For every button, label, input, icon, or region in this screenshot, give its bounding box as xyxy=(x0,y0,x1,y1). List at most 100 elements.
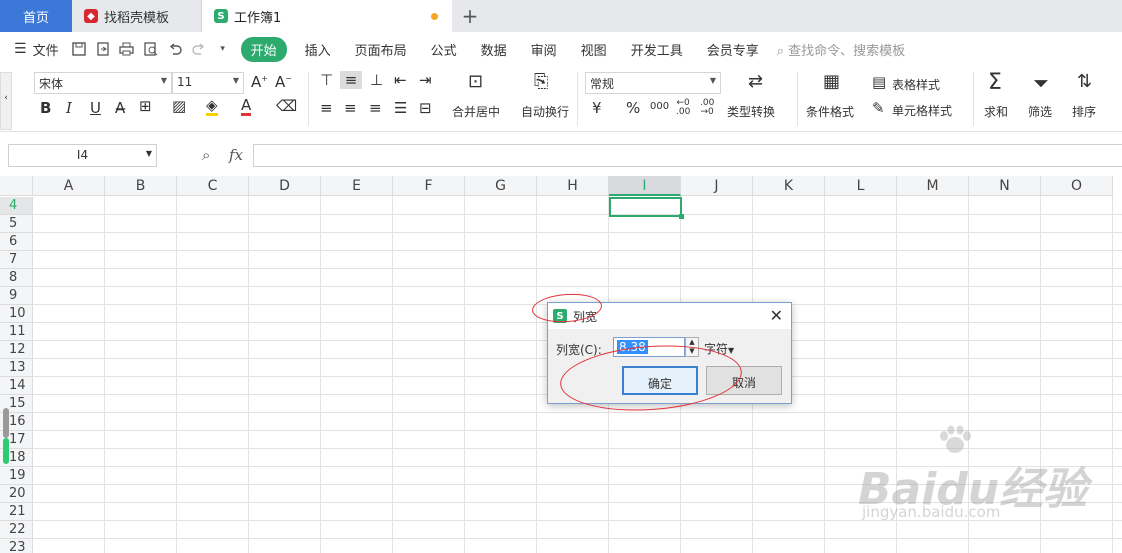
wrap-text-label[interactable]: 自动换行 xyxy=(521,103,569,120)
italic-icon[interactable]: I xyxy=(66,99,72,117)
row-header-12[interactable]: 12 xyxy=(0,341,33,359)
wrap-text-icon[interactable]: ⎘ xyxy=(534,71,548,92)
merge-center-icon[interactable]: ⊡ xyxy=(468,71,483,92)
new-tab-button[interactable]: + xyxy=(452,0,488,32)
redo-icon[interactable] xyxy=(190,40,208,58)
increase-font-icon[interactable]: A+ xyxy=(251,73,268,91)
file-menu[interactable]: ☰ 文件 xyxy=(0,40,67,59)
print-icon[interactable] xyxy=(118,40,136,58)
column-header-M[interactable]: M xyxy=(897,176,969,196)
undo-icon[interactable] xyxy=(166,40,184,58)
row-header-10[interactable]: 10 xyxy=(0,305,33,323)
decrease-font-icon[interactable]: A− xyxy=(275,73,292,91)
table-style-label[interactable]: 表格样式 xyxy=(892,76,940,93)
align-bottom-icon[interactable]: ⊥ xyxy=(370,71,383,89)
increase-decimal-icon[interactable]: ←0.00 xyxy=(676,99,690,117)
font-name-select[interactable]: 宋体 ▼ xyxy=(34,72,172,94)
column-header-H[interactable]: H xyxy=(537,176,609,196)
filter-icon[interactable]: ⏷ xyxy=(1033,71,1049,95)
number-format-select[interactable]: 常规 ▼ xyxy=(585,72,721,94)
sort-icon[interactable]: ⇅ xyxy=(1077,71,1092,92)
name-box[interactable]: I4 ▼ xyxy=(8,144,157,167)
bold-icon[interactable]: B xyxy=(40,99,51,117)
row-header-14[interactable]: 14 xyxy=(0,377,33,395)
print-preview-icon[interactable] xyxy=(142,40,160,58)
row-header-11[interactable]: 11 xyxy=(0,323,33,341)
conditional-format-icon[interactable]: ▦ xyxy=(823,71,840,92)
percent-icon[interactable]: % xyxy=(626,99,640,117)
column-header-K[interactable]: K xyxy=(753,176,825,196)
command-search[interactable]: ⌕ 查找命令、搜索模板 xyxy=(777,40,905,59)
row-header-21[interactable]: 21 xyxy=(0,503,33,521)
eraser-icon[interactable]: ⌫ xyxy=(276,97,297,115)
row-header-8[interactable]: 8 xyxy=(0,269,33,287)
increase-indent-icon[interactable]: ⇥ xyxy=(419,71,432,89)
column-header-O[interactable]: O xyxy=(1041,176,1113,196)
scroll-indicator-active[interactable] xyxy=(3,438,9,464)
scroll-indicator[interactable] xyxy=(3,408,9,438)
decrease-decimal-icon[interactable]: .00 →0 xyxy=(700,99,714,117)
distributed-icon[interactable]: ⊟ xyxy=(419,99,432,117)
column-header-F[interactable]: F xyxy=(393,176,465,196)
currency-icon[interactable]: ¥ xyxy=(592,99,602,117)
border-icon[interactable]: ⊞ xyxy=(139,97,152,115)
row-header-20[interactable]: 20 xyxy=(0,485,33,503)
align-middle-icon[interactable]: ≡ xyxy=(340,71,362,89)
tab-docer-templates[interactable]: ◆ 找稻壳模板 xyxy=(72,0,202,32)
select-all-corner[interactable] xyxy=(0,176,33,196)
menu-item-data[interactable]: 数据 xyxy=(469,40,519,59)
cell-style-label[interactable]: 单元格样式 xyxy=(892,102,952,119)
sort-label[interactable]: 排序 xyxy=(1072,103,1096,120)
close-icon[interactable]: ✕ xyxy=(770,306,783,325)
align-top-icon[interactable]: ⊤ xyxy=(320,71,333,89)
ribbon-collapse-handle[interactable]: ‹ xyxy=(0,72,12,130)
table-style-icon[interactable]: ▤ xyxy=(872,73,886,91)
row-header-19[interactable]: 19 xyxy=(0,467,33,485)
conditional-format-label[interactable]: 条件格式 xyxy=(806,103,854,120)
row-header-22[interactable]: 22 xyxy=(0,521,33,539)
column-header-G[interactable]: G xyxy=(465,176,537,196)
row-header-7[interactable]: 7 xyxy=(0,251,33,269)
zoom-search-icon[interactable]: ⌕ xyxy=(202,146,210,164)
menu-item-member[interactable]: 会员专享 xyxy=(695,40,771,59)
thousands-icon[interactable]: 000 xyxy=(650,101,669,112)
align-left-icon[interactable]: ≡ xyxy=(320,99,333,117)
fill-color-icon[interactable]: ◈ xyxy=(206,97,218,116)
fx-icon[interactable]: fx xyxy=(229,146,243,164)
column-header-C[interactable]: C xyxy=(177,176,249,196)
sum-label[interactable]: 求和 xyxy=(984,103,1008,120)
type-convert-label[interactable]: 类型转换 xyxy=(727,103,775,120)
type-convert-icon[interactable]: ⇄ xyxy=(748,71,763,92)
merge-center-label[interactable]: 合并居中 xyxy=(452,103,500,120)
underline-icon[interactable]: U xyxy=(90,99,101,117)
cell-style-icon[interactable]: ✎ xyxy=(872,99,885,117)
decrease-indent-icon[interactable]: ⇤ xyxy=(394,71,407,89)
column-header-L[interactable]: L xyxy=(825,176,897,196)
justify-icon[interactable]: ☰ xyxy=(394,99,407,117)
menu-item-developer[interactable]: 开发工具 xyxy=(619,40,695,59)
tab-workbook[interactable]: S 工作簿1 xyxy=(202,0,452,32)
column-header-E[interactable]: E xyxy=(321,176,393,196)
menu-item-insert[interactable]: 插入 xyxy=(293,40,343,59)
save-icon[interactable] xyxy=(70,40,88,58)
strikethrough-icon[interactable]: A̶ xyxy=(115,99,125,117)
column-header-J[interactable]: J xyxy=(681,176,753,196)
column-header-A[interactable]: A xyxy=(33,176,105,196)
row-header-13[interactable]: 13 xyxy=(0,359,33,377)
menu-item-view[interactable]: 视图 xyxy=(569,40,619,59)
row-header-5[interactable]: 5 xyxy=(0,215,33,233)
row-header-23[interactable]: 23 xyxy=(0,539,33,553)
quick-access-dropdown-icon[interactable]: ▾ xyxy=(214,40,232,58)
fill-pattern-icon[interactable]: ▨ xyxy=(172,97,186,115)
tab-home[interactable]: 首页 xyxy=(0,0,72,32)
menu-item-page-layout[interactable]: 页面布局 xyxy=(343,40,419,59)
font-size-select[interactable]: 11 ▼ xyxy=(172,72,244,94)
column-header-B[interactable]: B xyxy=(105,176,177,196)
active-cell-I4[interactable] xyxy=(609,197,684,219)
export-icon[interactable] xyxy=(94,40,112,58)
formula-input[interactable] xyxy=(253,144,1122,167)
column-header-N[interactable]: N xyxy=(969,176,1041,196)
filter-label[interactable]: 筛选 xyxy=(1028,103,1052,120)
row-header-9[interactable]: 9 xyxy=(0,287,33,305)
menu-item-review[interactable]: 审阅 xyxy=(519,40,569,59)
